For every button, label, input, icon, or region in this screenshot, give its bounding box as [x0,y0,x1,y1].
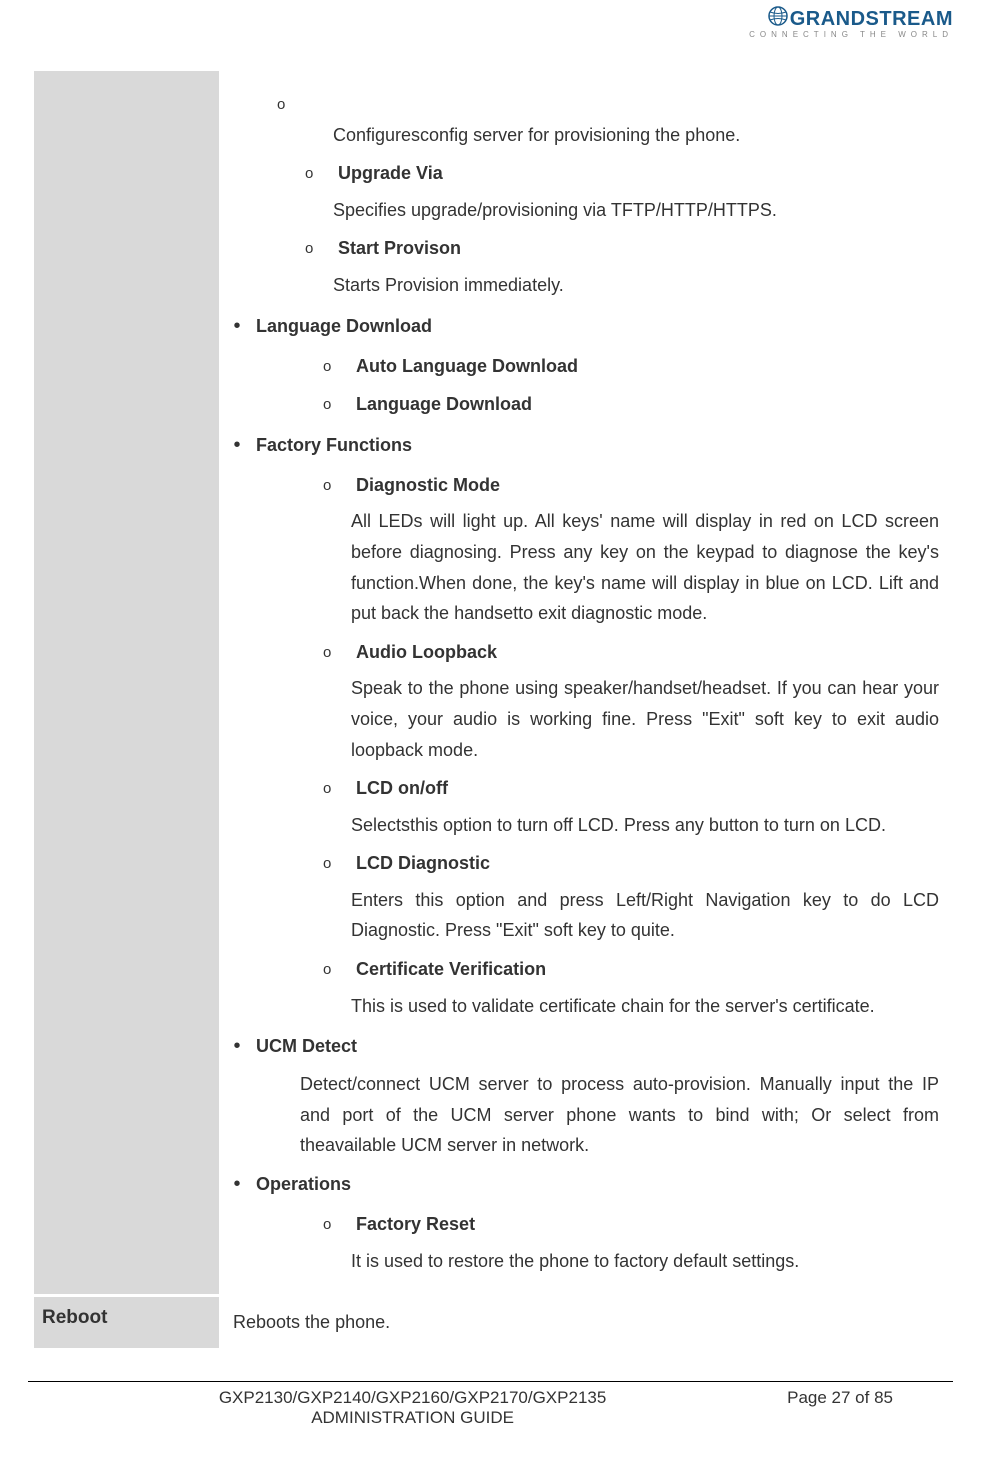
table-row: Reboot Reboots the phone. [34,1297,947,1348]
item-title: Factory Functions [256,435,412,455]
sub-item-auto-lang: Auto Language Download [351,351,939,382]
sub-desc: This is used to validate certificate cha… [351,991,939,1022]
footer-line-1: GXP2130/GXP2140/GXP2160/GXP2170/GXP2135 [138,1388,687,1408]
sub-list: Auto Language Download Language Download [251,351,939,420]
row-label-empty [34,71,219,1294]
sub-title: Certificate Verification [356,959,546,979]
table-row: Configuresconfig server for provisioning… [34,71,947,1294]
continued-sub-list: Configuresconfig server for provisioning… [233,89,939,150]
footer-page-number: Page 27 of 85 [687,1388,893,1408]
globe-icon [768,6,788,32]
sub-item-lang-download: Language Download [351,389,939,420]
sub-item-diagnostic-mode: Diagnostic Mode All LEDs will light up. … [351,470,939,629]
sub-item-lcd-onoff: LCD on/off Selectsthis option to turn of… [351,773,939,840]
sub-title: Diagnostic Mode [356,475,500,495]
logo-brand-row: GRANDSTREAM [749,6,953,32]
sub-desc: All LEDs will light up. All keys' name w… [351,506,939,628]
sub-item-start-provision: Start Provison Starts Provision immediat… [333,233,939,300]
main-list: Language Download Auto Language Download… [233,309,939,1277]
row-content-main: Configuresconfig server for provisioning… [225,71,947,1294]
sub-title: LCD Diagnostic [356,853,490,873]
sub-list: Diagnostic Mode All LEDs will light up. … [251,470,939,1022]
sub-title: Upgrade Via [338,163,443,183]
footer-line-2: ADMINISTRATION GUIDE [138,1408,687,1428]
logo-tagline: CONNECTING THE WORLD [749,30,953,39]
sub-item-upgrade-via: Upgrade Via Specifies upgrade/provisioni… [333,158,939,225]
sub-item-cert-verification: Certificate Verification This is used to… [351,954,939,1021]
row-label-reboot: Reboot [34,1297,219,1348]
sub-desc: Enters this option and press Left/Right … [351,885,939,946]
sub-title: Factory Reset [356,1214,475,1234]
item-title: UCM Detect [256,1036,357,1056]
sub-desc: It is used to restore the phone to facto… [351,1246,939,1277]
sub-item-factory-reset: Factory Reset It is used to restore the … [351,1209,939,1276]
content-table: Configuresconfig server for provisioning… [28,68,953,1351]
sub-list: Factory Reset It is used to restore the … [251,1209,939,1276]
continued-sub-list-2: Upgrade Via Specifies upgrade/provisioni… [233,158,939,300]
item-language-download: Language Download Auto Language Download… [251,309,939,420]
item-title: Language Download [256,316,432,336]
document-page: GRANDSTREAM CONNECTING THE WORLD Configu… [0,0,981,1466]
footer-doc-title: GXP2130/GXP2140/GXP2160/GXP2170/GXP2135 … [138,1388,687,1428]
item-title: Operations [256,1174,351,1194]
sub-title: Audio Loopback [356,642,497,662]
logo-brand-text: GRANDSTREAM [790,8,953,30]
row-content-reboot: Reboots the phone. [225,1297,947,1348]
sub-desc: Speak to the phone using speaker/handset… [351,673,939,765]
sub-desc: Starts Provision immediately. [333,270,939,301]
sub-title: Language Download [356,394,532,414]
intro-desc: Configuresconfig server for provisioning… [333,120,939,151]
item-factory-functions: Factory Functions Diagnostic Mode All LE… [251,428,939,1022]
sub-title: Auto Language Download [356,356,578,376]
page-footer: GXP2130/GXP2140/GXP2160/GXP2170/GXP2135 … [28,1382,953,1428]
item-ucm-detect: UCM Detect Detect/connect UCM server to … [251,1029,939,1161]
sub-desc: Selectsthis option to turn off LCD. Pres… [351,810,939,841]
sub-item-audio-loopback: Audio Loopback Speak to the phone using … [351,637,939,765]
sub-desc: Specifies upgrade/provisioning via TFTP/… [333,195,939,226]
intro-desc-item: Configuresconfig server for provisioning… [305,89,939,150]
item-operations: Operations Factory Reset It is used to r… [251,1167,939,1276]
sub-item-lcd-diagnostic: LCD Diagnostic Enters this option and pr… [351,848,939,946]
brand-logo: GRANDSTREAM CONNECTING THE WORLD [749,6,953,39]
sub-title: LCD on/off [356,778,448,798]
sub-title: Start Provison [338,238,461,258]
item-desc: Detect/connect UCM server to process aut… [300,1069,939,1161]
